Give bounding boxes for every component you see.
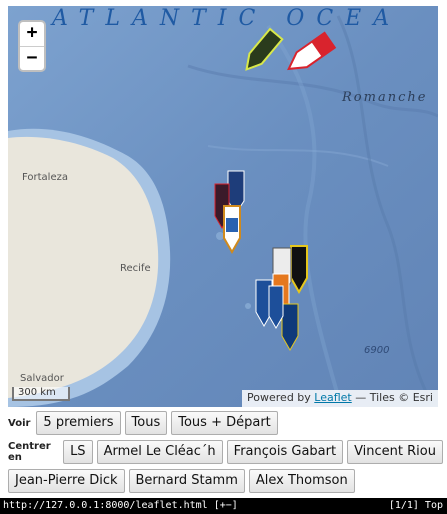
centrer-armel-button[interactable]: Armel Le Cléac´h bbox=[96, 440, 223, 464]
map-view[interactable]: ATLANTIC OCEA Romanche Fortaleza Recife … bbox=[8, 6, 438, 407]
centrer-bernard-button[interactable]: Bernard Stamm bbox=[128, 469, 245, 493]
city-fortaleza: Fortaleza bbox=[22, 172, 68, 183]
voir-label: Voir bbox=[8, 417, 31, 429]
centrer-ls-button[interactable]: LS bbox=[63, 440, 93, 464]
zoom-in-button[interactable]: + bbox=[20, 22, 44, 46]
ocean-label: ATLANTIC OCEA bbox=[52, 6, 402, 31]
city-salvador: Salvador bbox=[20, 373, 64, 384]
voir-tous-button[interactable]: Tous bbox=[124, 411, 168, 435]
centrer-row-2: Jean-Pierre Dick Bernard Stamm Alex Thom… bbox=[8, 469, 359, 493]
centrer-vincent-button[interactable]: Vincent Riou bbox=[347, 440, 443, 464]
centrer-row: Centrer en LS Armel Le Cléac´h François … bbox=[8, 440, 447, 464]
map-attribution: Powered by Leaflet — Tiles © Esri bbox=[242, 390, 438, 407]
leaflet-link[interactable]: Leaflet bbox=[314, 391, 351, 404]
centrer-francois-button[interactable]: François Gabart bbox=[226, 440, 344, 464]
attribution-prefix: Powered by bbox=[247, 391, 311, 404]
romanche-label: Romanche bbox=[342, 90, 428, 105]
voir-row: Voir 5 premiers Tous Tous + Départ bbox=[8, 411, 282, 435]
status-bar: http://127.0.0.1:8000/leaflet.html [+−] … bbox=[0, 498, 447, 514]
centrer-label: Centrer en bbox=[8, 441, 51, 463]
centrer-alex-button[interactable]: Alex Thomson bbox=[248, 469, 355, 493]
depth-label: 6900 bbox=[364, 345, 390, 356]
centrer-jean-pierre-button[interactable]: Jean-Pierre Dick bbox=[8, 469, 125, 493]
zoom-control: + − bbox=[18, 20, 46, 72]
voir-tous-depart-button[interactable]: Tous + Départ bbox=[171, 411, 278, 435]
status-url: http://127.0.0.1:8000/leaflet.html [+−] bbox=[3, 500, 238, 511]
voir-5-premiers-button[interactable]: 5 premiers bbox=[36, 411, 121, 435]
attribution-suffix: — Tiles © Esri bbox=[355, 391, 433, 404]
zoom-out-button[interactable]: − bbox=[20, 46, 44, 70]
scale-bar: 300 km bbox=[12, 387, 70, 401]
status-position: [1/1] Top bbox=[388, 500, 443, 511]
city-recife: Recife bbox=[120, 263, 151, 274]
